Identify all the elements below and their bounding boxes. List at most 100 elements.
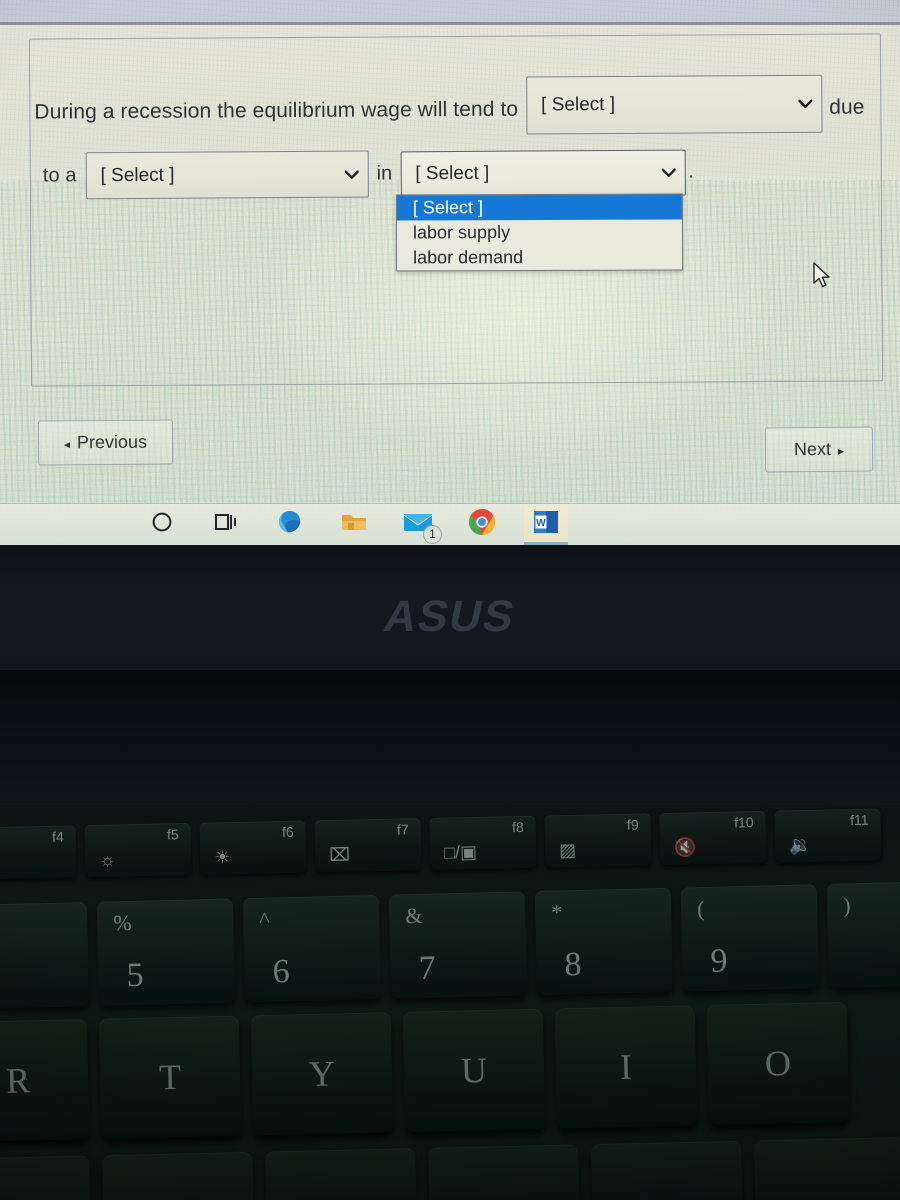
key-f7-label: f7: [396, 821, 409, 838]
select-3-dropdown-list[interactable]: [ Select ] labor supply labor demand: [395, 193, 684, 272]
key-f7[interactable]: f7 ⌧: [314, 818, 422, 873]
taskbar-items: 1 W: [140, 504, 568, 545]
cortana-circle-icon: [151, 511, 173, 538]
key-r[interactable]: R: [0, 1019, 90, 1143]
key-9[interactable]: ( 9: [680, 884, 820, 992]
question-text-period: .: [688, 160, 695, 183]
select-2-value: [ Select ]: [100, 164, 175, 186]
key-u-label: U: [460, 1049, 488, 1091]
question-line-1: During a recession the equilibrium wage …: [34, 74, 865, 142]
dropdown-option-labor-supply[interactable]: labor supply: [397, 220, 682, 246]
svg-text:W: W: [536, 518, 546, 529]
taskbar-item-task-view[interactable]: [204, 505, 248, 545]
key-4[interactable]: $ 4: [0, 902, 90, 1010]
key-f6-label: f6: [281, 823, 294, 841]
cursor-arrow-glyph: [813, 262, 830, 288]
brightness-down-icon: ☼: [99, 849, 116, 870]
key-t-label: T: [158, 1056, 182, 1098]
taskbar-item-chrome[interactable]: [460, 505, 504, 545]
next-button-label: Next: [793, 438, 832, 460]
laptop-photo: During a recession the equilibrium wage …: [0, 0, 900, 1200]
mouse-pointer-icon: [812, 262, 834, 295]
key-0-upper: ): [842, 892, 851, 918]
taskbar-item-cortana[interactable]: [140, 505, 184, 545]
keyboard-letter-row: R T Y U I O: [0, 1001, 850, 1143]
key-bottom-1[interactable]: [0, 1155, 91, 1200]
key-y-label: Y: [308, 1053, 336, 1095]
key-u[interactable]: U: [402, 1008, 546, 1132]
key-f4[interactable]: f4: [0, 825, 77, 880]
mail-unread-badge: 1: [423, 524, 442, 544]
key-bottom-4[interactable]: [428, 1144, 580, 1200]
chevron-down-icon: [797, 96, 813, 111]
key-y[interactable]: Y: [250, 1012, 394, 1136]
key-f8-label: f8: [511, 818, 524, 836]
key-5-lower: 5: [126, 956, 145, 995]
previous-button-label: Previous: [76, 431, 148, 453]
key-bottom-2[interactable]: [102, 1151, 254, 1200]
key-9-upper: (: [696, 895, 705, 922]
dropdown-option-labor-demand[interactable]: labor demand: [397, 245, 682, 271]
key-t[interactable]: T: [98, 1015, 242, 1139]
key-f11[interactable]: f11 🔉: [774, 808, 882, 863]
key-5[interactable]: % 5: [96, 898, 236, 1006]
key-o-label: O: [764, 1043, 792, 1084]
touchpad-toggle-icon: ▨: [558, 839, 577, 861]
key-f11-label: f11: [849, 811, 869, 829]
file-explorer-icon: [340, 510, 368, 539]
key-o[interactable]: O: [706, 1001, 850, 1125]
laptop-body-upper: [0, 670, 900, 810]
select-1-value: [ Select ]: [541, 94, 616, 116]
previous-button[interactable]: ◂ Previous: [37, 419, 174, 466]
chevron-down-glyph: [661, 167, 676, 177]
key-8-lower: 8: [564, 945, 582, 984]
key-8[interactable]: * 8: [534, 887, 674, 996]
select-3[interactable]: [ Select ]: [400, 149, 686, 197]
key-7[interactable]: & 7: [388, 891, 528, 999]
question-text-before: During a recession the equilibrium wage …: [34, 97, 519, 124]
key-f10-label: f10: [733, 814, 754, 831]
left-arrow-icon: ◂: [63, 436, 71, 451]
dropdown-option-select[interactable]: [ Select ]: [396, 194, 682, 221]
key-bottom-5[interactable]: [591, 1140, 743, 1200]
taskbar-item-file-explorer[interactable]: [332, 505, 376, 545]
key-bottom-6[interactable]: [754, 1137, 900, 1200]
select-3-value: [ Select ]: [415, 162, 490, 184]
chevron-down-glyph: [344, 169, 359, 179]
question-text-to-a: to a: [42, 164, 77, 187]
key-bottom-3[interactable]: [265, 1148, 417, 1200]
taskbar-item-edge[interactable]: [268, 505, 312, 545]
key-8-upper: *: [550, 899, 563, 925]
select-2[interactable]: [ Select ]: [85, 150, 369, 200]
key-6-upper: ^: [259, 906, 270, 932]
key-6[interactable]: ^ 6: [242, 894, 382, 1003]
key-f8[interactable]: f8 □/▣: [429, 815, 537, 870]
key-f5-label: f5: [166, 826, 179, 843]
key-i[interactable]: I: [554, 1005, 698, 1129]
taskbar-item-mail[interactable]: 1: [396, 505, 442, 545]
chevron-down-icon: [344, 167, 359, 182]
key-9-lower: 9: [710, 942, 728, 980]
project-display-icon: □/▣: [443, 841, 478, 863]
key-r-label: R: [5, 1060, 31, 1101]
laptop-screen: During a recession the equilibrium wage …: [0, 0, 900, 545]
key-f10[interactable]: f10 🔇: [659, 810, 767, 866]
key-f6[interactable]: f6 ☀: [199, 820, 307, 875]
key-f9[interactable]: f9 ▨: [544, 813, 652, 868]
question-line-2: to a [ Select ] in [ Select ] .: [43, 149, 694, 200]
display-off-icon: ⌧: [329, 844, 351, 866]
microsoft-word-icon: W: [532, 508, 560, 541]
key-i-label: I: [619, 1046, 633, 1087]
select-1[interactable]: [ Select ]: [525, 74, 823, 135]
key-f5[interactable]: f5 ☼: [84, 822, 192, 878]
key-f4-label: f4: [51, 828, 64, 845]
taskbar-item-word[interactable]: W: [524, 504, 568, 545]
next-button[interactable]: Next ▸: [764, 426, 874, 473]
key-7-lower: 7: [418, 949, 437, 987]
key-6-lower: 6: [272, 953, 291, 991]
task-view-icon: [214, 511, 238, 538]
chevron-down-icon: [661, 165, 676, 180]
google-chrome-icon: [468, 508, 496, 541]
key-7-upper: &: [404, 902, 423, 929]
key-0[interactable]: ): [826, 880, 900, 988]
